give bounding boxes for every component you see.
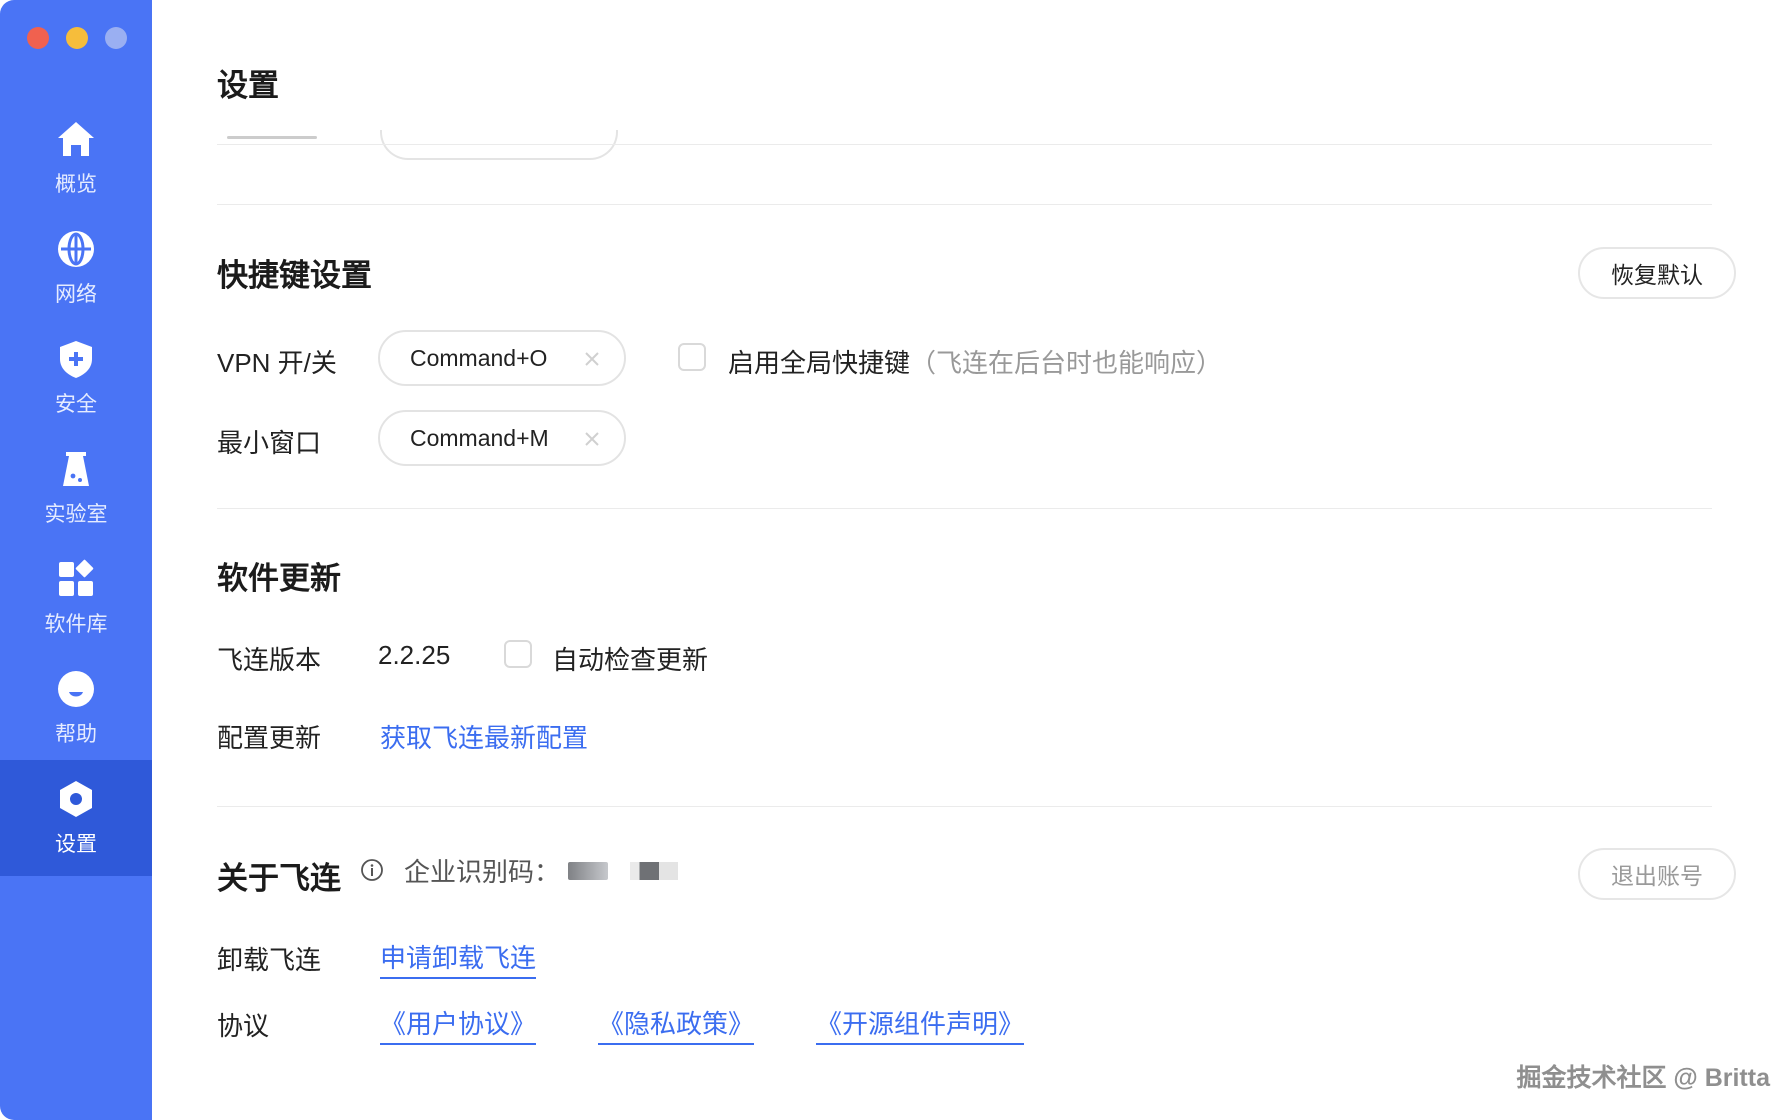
user-agreement-link[interactable]: 《用户协议》 (380, 1004, 537, 1045)
config-update-label: 配置更新 (217, 723, 322, 753)
home-icon (55, 118, 97, 160)
section-divider (217, 204, 1712, 205)
about-section-title: 关于飞连 (217, 861, 341, 896)
window-controls (27, 27, 127, 49)
enterprise-code-redacted (630, 862, 678, 880)
info-icon[interactable] (360, 858, 384, 882)
sidebar-item-label: 实验室 (44, 503, 108, 526)
sidebar-item-security[interactable]: 安全 (0, 320, 152, 436)
clear-icon[interactable] (582, 348, 602, 368)
minimize-shortcut-field[interactable]: Command+M (378, 410, 626, 466)
update-section-title: 软件更新 (217, 561, 341, 596)
vpn-shortcut-value: Command+O (410, 344, 548, 371)
sidebar: 概览 网络 安全 实验室 软件库 帮助 设置 (0, 0, 152, 1120)
section-divider (217, 508, 1712, 509)
settings-panel: 设置 快捷键设置 恢复默认 VPN 开/关 Command+O 启用全局快捷键（… (152, 0, 1776, 1120)
privacy-policy-link[interactable]: 《隐私政策》 (598, 1004, 755, 1045)
shield-icon (55, 338, 97, 380)
sidebar-item-overview[interactable]: 概览 (0, 100, 152, 216)
restore-defaults-button[interactable]: 恢复默认 (1578, 247, 1736, 299)
open-source-notice-link[interactable]: 《开源组件声明》 (816, 1004, 1025, 1045)
zoom-window-button[interactable] (105, 27, 127, 49)
globe-icon (55, 228, 97, 270)
flask-icon (55, 448, 97, 490)
vpn-toggle-label: VPN 开/关 (217, 348, 337, 378)
version-label: 飞连版本 (217, 645, 322, 675)
watermark: 掘金技术社区 @ Britta (1516, 1064, 1770, 1092)
sidebar-item-label: 概览 (55, 173, 97, 196)
fetch-latest-config-link[interactable]: 获取飞连最新配置 (380, 718, 588, 755)
request-uninstall-link[interactable]: 申请卸载飞连 (380, 938, 537, 979)
sidebar-item-label: 安全 (55, 393, 97, 416)
sidebar-item-help[interactable]: 帮助 (0, 650, 152, 766)
section-divider (217, 806, 1712, 807)
minimize-window-button[interactable] (66, 27, 88, 49)
agreement-label: 协议 (217, 1011, 270, 1041)
global-shortcut-text: 启用全局快捷键 (728, 348, 911, 378)
sidebar-item-settings[interactable]: 设置 (0, 760, 152, 876)
vpn-shortcut-field[interactable]: Command+O (378, 330, 626, 386)
enterprise-code-label: 企业识别码： (404, 857, 561, 887)
header-divider (217, 144, 1712, 145)
close-window-button[interactable] (27, 27, 49, 49)
sidebar-item-lab[interactable]: 实验室 (0, 430, 152, 546)
sidebar-item-network[interactable]: 网络 (0, 210, 152, 326)
global-shortcut-hint: （飞连在后台时也能响应） (910, 348, 1223, 378)
gear-hex-icon (55, 778, 97, 820)
enterprise-code-redacted (568, 862, 608, 880)
sidebar-item-label: 网络 (55, 283, 97, 306)
apps-grid-icon (55, 558, 97, 600)
global-shortcut-checkbox[interactable] (678, 343, 706, 371)
sidebar-item-label: 设置 (55, 833, 97, 856)
shortcuts-section-title: 快捷键设置 (217, 258, 372, 293)
version-value: 2.2.25 (378, 640, 451, 670)
page-title: 设置 (217, 68, 279, 103)
sidebar-item-label: 软件库 (44, 613, 108, 636)
logout-button[interactable]: 退出账号 (1578, 848, 1736, 900)
global-shortcut-label: 启用全局快捷键（飞连在后台时也能响应） (728, 343, 1222, 380)
auto-check-update-checkbox[interactable] (504, 640, 532, 668)
uninstall-label: 卸载飞连 (217, 945, 322, 975)
auto-check-update-label: 自动检查更新 (552, 645, 709, 675)
scrolled-row-remnant (217, 130, 327, 142)
clear-icon[interactable] (582, 428, 602, 448)
minimize-window-label: 最小窗口 (217, 428, 322, 458)
help-face-icon (55, 668, 97, 710)
sidebar-item-label: 帮助 (55, 723, 97, 746)
sidebar-item-software[interactable]: 软件库 (0, 540, 152, 656)
minimize-shortcut-value: Command+M (410, 424, 549, 451)
